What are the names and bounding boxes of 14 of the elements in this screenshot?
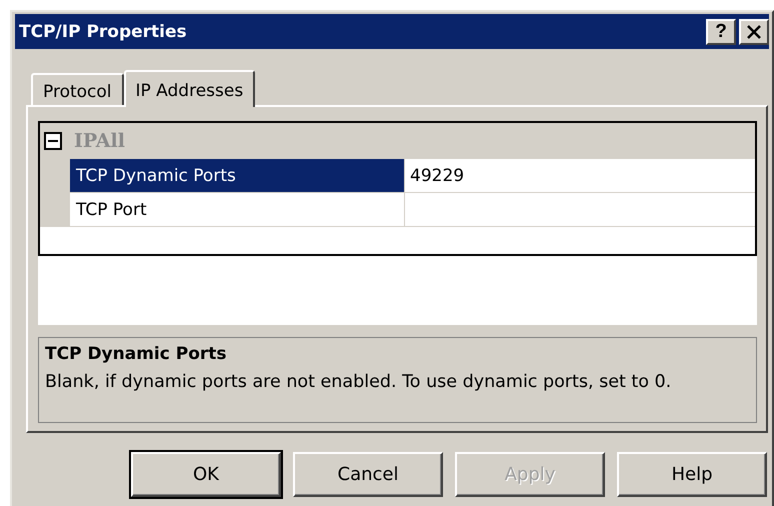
description-text: Blank, if dynamic ports are not enabled. To use dynamic ports, set to 0. (45, 372, 672, 392)
close-icon (746, 24, 762, 38)
property-value[interactable]: 49229 (410, 166, 464, 186)
tab[interactable]: IP Addresses (124, 70, 256, 107)
dialog-button[interactable]: OK (131, 452, 281, 497)
close-button[interactable] (739, 18, 769, 44)
help-title-button[interactable]: ? (706, 18, 736, 44)
dialog-button[interactable]: Help (617, 452, 767, 497)
group-label: IPAll (74, 130, 125, 152)
dialog-button[interactable]: Cancel (293, 452, 443, 497)
window-title: TCP/IP Properties (19, 22, 188, 42)
description-title: TCP Dynamic Ports (45, 344, 228, 364)
tab[interactable]: Protocol (31, 73, 124, 105)
property-name[interactable]: TCP Dynamic Ports (70, 159, 405, 192)
